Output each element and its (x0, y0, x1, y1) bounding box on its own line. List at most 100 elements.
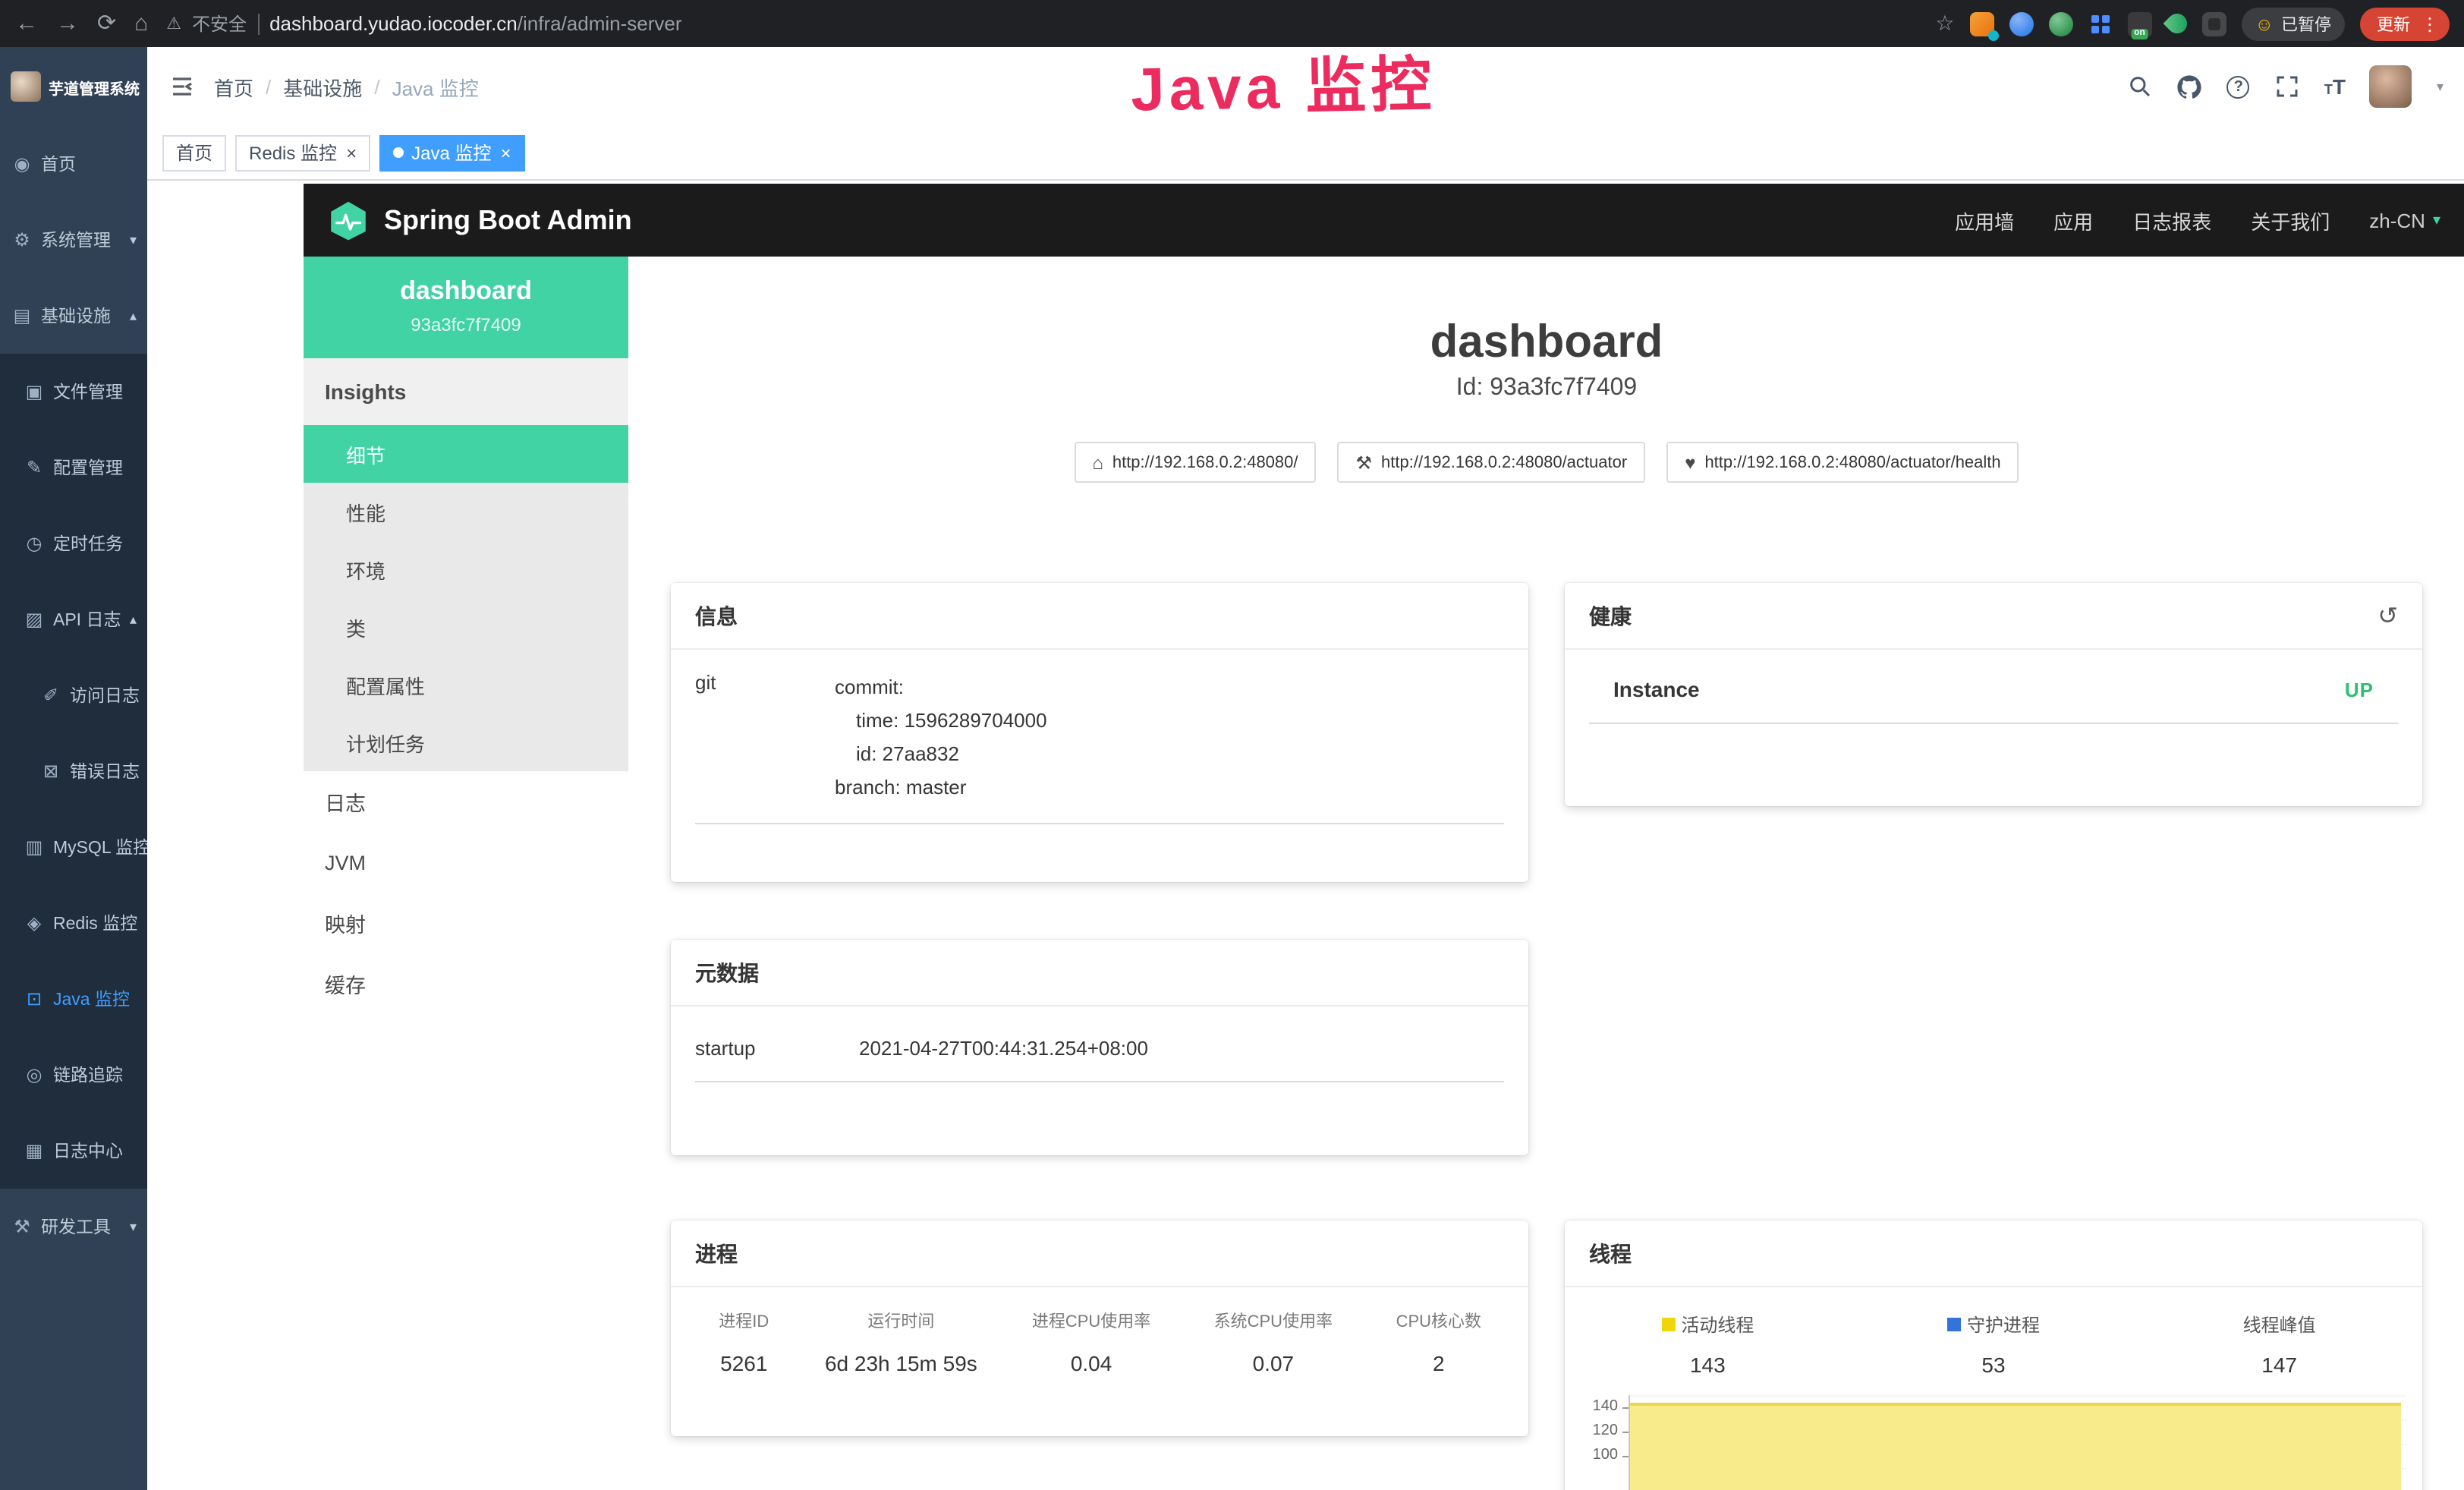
sidebar-item-mysql-monitor[interactable]: ▥ MySQL 监控 (0, 809, 147, 885)
close-icon[interactable]: × (500, 143, 511, 162)
bookmark-star-icon[interactable]: ☆ (1935, 11, 1954, 36)
instance-name: dashboard (316, 276, 616, 307)
paused-badge[interactable]: ☺已暂停 (2241, 7, 2345, 40)
sidebar-item-java-monitor[interactable]: ⊡ Java 监控 (0, 961, 147, 1037)
browser-menu-icon[interactable]: ⋮ (2421, 13, 2439, 34)
app-logo-row[interactable]: 芋道管理系统 (0, 47, 147, 126)
sidebar-item-access-logs[interactable]: ✐ 访问日志 (0, 657, 147, 733)
breadcrumb-infrastructure[interactable]: 基础设施 (283, 72, 362, 101)
sba-menu-performance[interactable]: 性能 (304, 483, 628, 540)
sba-nav-wallboard[interactable]: 应用墙 (1955, 206, 2014, 235)
help-icon[interactable]: ? (2227, 75, 2250, 98)
extension-icon-green-leaf[interactable] (2163, 10, 2191, 38)
tab-home[interactable]: 首页 (162, 134, 226, 171)
tab-redis-monitor[interactable]: Redis 监控 × (235, 134, 370, 171)
extension-icon-green-circle[interactable] (2048, 11, 2072, 36)
sba-menu-environment[interactable]: 环境 (304, 540, 628, 598)
history-icon[interactable]: ↺ (2377, 600, 2398, 631)
fullscreen-icon[interactable] (2274, 74, 2300, 99)
instance-header[interactable]: dashboard 93a3fc7f7409 (304, 257, 628, 358)
security-label[interactable]: 不安全 (192, 11, 247, 36)
url-text[interactable]: dashboard.yudao.iocoder.cn/infra/admin-s… (269, 12, 681, 35)
screen: ← → ⟳ ⌂ ⚠ 不安全 dashboard.yudao.iocoder.cn… (0, 0, 2464, 1490)
extension-icon-blue-drop[interactable] (2009, 11, 2033, 36)
legend-live-threads: 活动线程 (1565, 1312, 1851, 1337)
extension-icon-proxy-switch[interactable]: on (2127, 11, 2151, 36)
sba-menu-jvm[interactable]: JVM (304, 832, 628, 893)
sidebar-item-api-logs[interactable]: ▨ API 日志 ▴ (0, 581, 147, 657)
sba-menu-caches[interactable]: 缓存 (304, 953, 628, 1014)
back-icon[interactable]: ← (15, 12, 38, 35)
sba-nav-journal[interactable]: 日志报表 (2132, 206, 2211, 235)
sidebar-item-label: 日志中心 (53, 1139, 123, 1163)
link-url: http://192.168.0.2:48080/ (1112, 453, 1298, 471)
health-instance-label: Instance (1613, 677, 1700, 701)
extension-icon-orange[interactable] (1969, 11, 1994, 36)
github-icon[interactable] (2177, 74, 2203, 99)
sba-menu-insights[interactable]: Insights (304, 358, 628, 425)
sidebar-item-dev-tools[interactable]: ⚒ 研发工具 ▾ (0, 1189, 147, 1265)
sidebar-item-infrastructure[interactable]: ▤ 基础设施 ▴ (0, 278, 147, 354)
card-title: 进程 (695, 1238, 738, 1268)
info-card: 信息 git commit: time: 1596289704000 id: 2… (671, 583, 1528, 882)
peak-threads-value: 147 (2136, 1353, 2422, 1377)
sidebar-item-file-management[interactable]: ▣ 文件管理 (0, 354, 147, 430)
sba-menu-details[interactable]: 细节 (304, 425, 628, 483)
sidebar-item-home[interactable]: ◉ 首页 (0, 126, 147, 202)
extension-icon-blue-grid[interactable] (2088, 11, 2112, 36)
breadcrumb-home[interactable]: 首页 (214, 72, 253, 101)
sba-menu-logs[interactable]: 日志 (304, 771, 628, 832)
tools-icon: ⚒ (12, 1216, 32, 1237)
java-monitor-icon: ⊡ (24, 988, 44, 1010)
sidebar-item-scheduled-tasks[interactable]: ◷ 定时任务 (0, 506, 147, 581)
sba-nav-about[interactable]: 关于我们 (2251, 206, 2330, 235)
infrastructure-icon: ▤ (12, 305, 32, 326)
sidebar-menu: ◉ 首页 ⚙ 系统管理 ▾ ▤ 基础设施 ▴ ▣ 文件管理 (0, 126, 147, 1490)
extensions-puzzle-icon[interactable] (2201, 11, 2226, 36)
browser-home-icon[interactable]: ⌂ (134, 12, 148, 35)
sidebar-item-label: MySQL 监控 (53, 835, 147, 859)
sidebar-item-log-center[interactable]: ▦ 日志中心 (0, 1113, 147, 1189)
sidebar-item-config-management[interactable]: ✎ 配置管理 (0, 430, 147, 506)
sba-menu-mappings[interactable]: 映射 (304, 893, 628, 953)
user-avatar[interactable] (2370, 65, 2412, 108)
breadcrumb-separator: / (374, 75, 379, 98)
health-row[interactable]: Instance UP (1589, 677, 2398, 724)
address-bar[interactable]: ⚠ 不安全 dashboard.yudao.iocoder.cn/infra/a… (166, 11, 1917, 36)
instance-link-home[interactable]: ⌂ http://192.168.0.2:48080/ (1074, 442, 1316, 483)
legend-label: 守护进程 (1967, 1312, 2040, 1337)
tab-java-monitor[interactable]: Java 监控 × (379, 134, 524, 171)
sidebar-item-error-logs[interactable]: ⊠ 错误日志 (0, 733, 147, 809)
sba-nav-applications[interactable]: 应用 (2053, 206, 2093, 235)
sba-menu-scheduled-tasks[interactable]: 计划任务 (304, 713, 628, 771)
reload-icon[interactable]: ⟳ (97, 12, 116, 35)
font-size-icon[interactable]: TT (2324, 74, 2346, 99)
sba-body: dashboard 93a3fc7f7409 Insights 细节 性能 环境… (304, 257, 2464, 1490)
cards-left-column: 信息 git commit: time: 1596289704000 id: 2… (671, 583, 1528, 1490)
link-url: http://192.168.0.2:48080/actuator/health (1704, 453, 2000, 471)
tab-label: Redis 监控 (249, 140, 337, 165)
sidebar-item-tracing[interactable]: ◎ 链路追踪 (0, 1037, 147, 1113)
chrome-update-button[interactable]: 更新⋮ (2360, 7, 2450, 40)
sidebar-item-redis-monitor[interactable]: ◈ Redis 监控 (0, 885, 147, 961)
instance-link-actuator[interactable]: ⚒ http://192.168.0.2:48080/actuator (1338, 442, 1646, 483)
app-title: 芋道管理系统 (49, 75, 140, 98)
sba-sidebar: dashboard 93a3fc7f7409 Insights 细节 性能 环境… (304, 257, 628, 1490)
forward-icon[interactable]: → (56, 12, 79, 35)
instance-links: ⌂ http://192.168.0.2:48080/ ⚒ http://192… (671, 442, 2422, 483)
sidebar-toggle-icon[interactable] (168, 74, 196, 99)
sba-locale-select[interactable]: zh-CN ▾ (2369, 209, 2440, 232)
sba-brand-title[interactable]: Spring Boot Admin (384, 204, 632, 236)
sidebar-item-system-management[interactable]: ⚙ 系统管理 ▾ (0, 202, 147, 278)
git-commit-label: commit: (835, 671, 1047, 704)
chevron-down-icon: ▾ (130, 232, 137, 248)
instance-link-health[interactable]: ♥ http://192.168.0.2:48080/actuator/heal… (1666, 442, 2019, 483)
info-value: commit: time: 1596289704000 id: 27aa832 … (835, 671, 1047, 805)
sba-menu-config-props[interactable]: 配置属性 (304, 656, 628, 713)
close-icon[interactable]: × (346, 143, 357, 162)
header-actions: ? TT ▾ (2127, 65, 2444, 108)
access-log-icon: ✐ (41, 685, 61, 706)
sba-menu-classes[interactable]: 类 (304, 598, 628, 656)
search-icon[interactable] (2127, 74, 2153, 99)
avatar-dropdown-caret-icon[interactable]: ▾ (2437, 78, 2444, 95)
